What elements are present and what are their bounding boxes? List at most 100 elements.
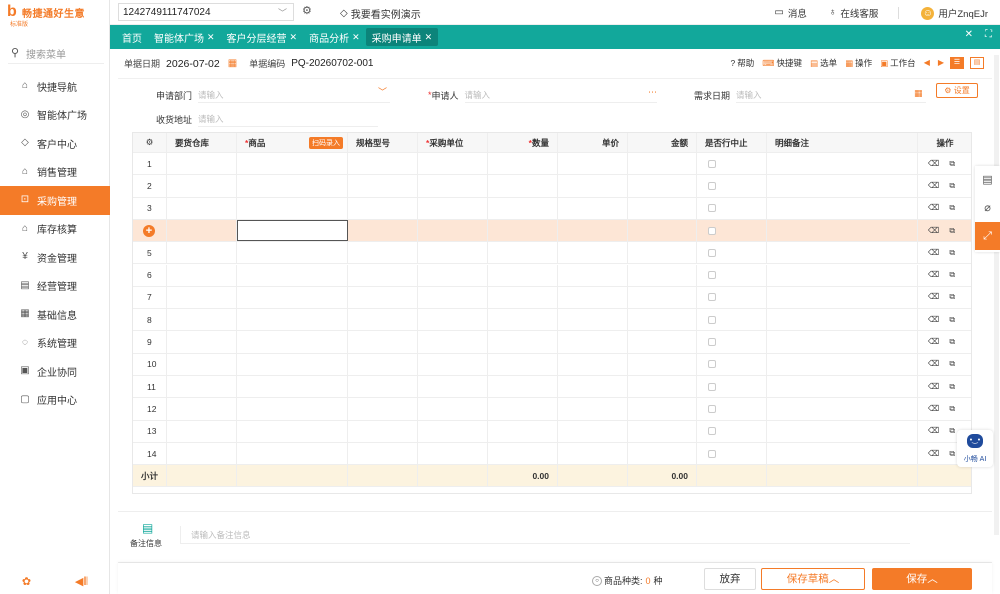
online-service-button[interactable]: ♁ 在线客服 — [829, 6, 879, 21]
grid-cell[interactable] — [697, 153, 767, 175]
column-header[interactable]: 规格型号 — [348, 133, 418, 152]
column-header[interactable]: 操作 — [918, 133, 971, 152]
save-button[interactable]: 保存︿ — [872, 568, 972, 590]
grid-cell[interactable] — [418, 442, 488, 465]
sidebar-item[interactable]: ◇ 客户中心 — [0, 129, 110, 158]
grid-cell[interactable] — [558, 242, 628, 264]
delete-row-icon[interactable]: ⌫ — [928, 338, 939, 346]
settings-gear-icon[interactable]: ✿ — [22, 576, 31, 588]
copy-row-icon[interactable]: ⧉ — [949, 271, 955, 279]
code-value[interactable]: PQ-20260702-001 — [291, 58, 373, 69]
row-stop-checkbox[interactable] — [708, 427, 716, 436]
grid-cell[interactable] — [488, 153, 558, 175]
tab[interactable]: 采购申请单 ✕ — [365, 28, 439, 46]
close-tab-icon[interactable]: ✕ — [352, 32, 360, 42]
grid-cell[interactable] — [697, 197, 767, 219]
sidebar-item[interactable]: ◌ 系统管理 — [0, 329, 110, 358]
copy-row-icon[interactable]: ⧉ — [949, 204, 955, 212]
grid-cell[interactable] — [348, 242, 418, 264]
delete-row-icon[interactable]: ⌫ — [928, 449, 939, 458]
next-arrow-icon[interactable]: ▶ — [938, 59, 944, 67]
grid-cell[interactable] — [167, 420, 237, 442]
grid-cell[interactable] — [167, 376, 237, 398]
delete-row-icon[interactable]: ⌫ — [928, 315, 939, 324]
grid-cell[interactable] — [628, 309, 697, 331]
grid-cell[interactable] — [767, 286, 918, 309]
delete-row-icon[interactable]: ⌫ — [928, 427, 939, 435]
grid-cell[interactable] — [628, 242, 697, 264]
row-stop-checkbox[interactable] — [708, 449, 716, 458]
row-stop-checkbox[interactable] — [708, 338, 716, 347]
grid-cell[interactable] — [167, 398, 237, 420]
close-tab-icon[interactable]: ✕ — [207, 32, 215, 42]
delete-row-icon[interactable]: ⌫ — [928, 382, 939, 391]
grid-cell[interactable] — [767, 309, 918, 331]
column-header[interactable]: * 采购单位 — [418, 133, 488, 152]
grid-cell[interactable] — [418, 175, 488, 197]
copy-row-icon[interactable]: ⧉ — [949, 293, 955, 301]
delete-row-icon[interactable]: ⌫ — [928, 159, 939, 168]
row-stop-checkbox[interactable] — [708, 315, 716, 324]
add-row-icon[interactable]: + — [143, 224, 155, 237]
grid-cell[interactable] — [348, 264, 418, 286]
grid-cell[interactable] — [558, 219, 628, 242]
copy-row-icon[interactable]: ⧉ — [949, 427, 955, 435]
grid-cell[interactable] — [558, 175, 628, 197]
column-settings-icon[interactable]: ⚙ — [146, 138, 154, 147]
grid-cell[interactable] — [697, 398, 767, 420]
copy-row-icon[interactable]: ⧉ — [949, 404, 955, 413]
grid-cell[interactable] — [697, 331, 767, 353]
grid-cell[interactable] — [697, 286, 767, 309]
grid-cell[interactable] — [348, 442, 418, 465]
grid-cell[interactable] — [418, 153, 488, 175]
copy-row-icon[interactable]: ⧉ — [949, 181, 955, 190]
grid-cell[interactable] — [348, 420, 418, 442]
grid-cell[interactable] — [167, 264, 237, 286]
help-button[interactable]: ? 帮助 — [731, 57, 755, 69]
messages-button[interactable]: ▭ 消息 — [774, 6, 806, 21]
copy-row-icon[interactable]: ⧉ — [949, 159, 955, 168]
grid-cell[interactable] — [237, 175, 348, 197]
dept-input[interactable]: 请输入 — [198, 87, 391, 103]
date-value[interactable]: 2026-07-02 — [166, 58, 220, 70]
grid-cell[interactable] — [767, 264, 918, 286]
grid-cell[interactable] — [237, 264, 348, 286]
calendar-icon[interactable]: ▦ — [914, 89, 923, 98]
grid-cell[interactable] — [558, 420, 628, 442]
delete-row-icon[interactable]: ⌫ — [928, 226, 939, 235]
user-menu[interactable]: ☺ 用户ZnqEJr — [921, 6, 988, 20]
row-stop-checkbox[interactable] — [708, 226, 716, 235]
grid-cell[interactable] — [488, 331, 558, 353]
copy-row-icon[interactable]: ⧉ — [949, 248, 955, 257]
grid-cell[interactable] — [767, 353, 918, 375]
delete-row-icon[interactable]: ⌫ — [928, 271, 939, 279]
account-settings-icon[interactable]: ⚙ — [302, 6, 312, 17]
row-stop-checkbox[interactable] — [708, 181, 716, 190]
column-header[interactable]: 明细备注 — [767, 133, 918, 152]
delete-row-icon[interactable]: ⌫ — [928, 293, 939, 301]
grid-cell[interactable] — [488, 376, 558, 398]
row-stop-checkbox[interactable] — [708, 159, 716, 168]
grid-cell[interactable] — [167, 286, 237, 309]
column-header[interactable]: 金额 — [628, 133, 697, 152]
more-icon[interactable]: ⋯ — [648, 88, 657, 97]
grid-cell[interactable] — [167, 153, 237, 175]
row-stop-checkbox[interactable] — [708, 293, 716, 302]
grid-cell[interactable] — [348, 286, 418, 309]
grid-cell[interactable] — [558, 153, 628, 175]
grid-cell[interactable] — [237, 309, 348, 331]
grid-cell[interactable] — [488, 197, 558, 219]
grid-cell[interactable] — [558, 286, 628, 309]
scan-entry-button[interactable]: 扫码录入 — [309, 136, 343, 149]
grid-cell[interactable] — [237, 242, 348, 264]
close-tab-icon[interactable]: ✕ — [425, 32, 433, 42]
sidebar-item[interactable]: ▢ 应用中心 — [0, 386, 110, 415]
grid-cell[interactable] — [488, 242, 558, 264]
grid-cell[interactable] — [348, 175, 418, 197]
sidebar-item[interactable]: ⌂ 销售管理 — [0, 158, 110, 187]
copy-row-icon[interactable]: ⧉ — [949, 315, 955, 324]
close-tab-icon[interactable]: ✕ — [290, 32, 298, 42]
grid-cell[interactable] — [558, 442, 628, 465]
sidebar-item[interactable]: ◎ 智能体广场 — [0, 101, 110, 130]
grid-cell[interactable] — [348, 398, 418, 420]
